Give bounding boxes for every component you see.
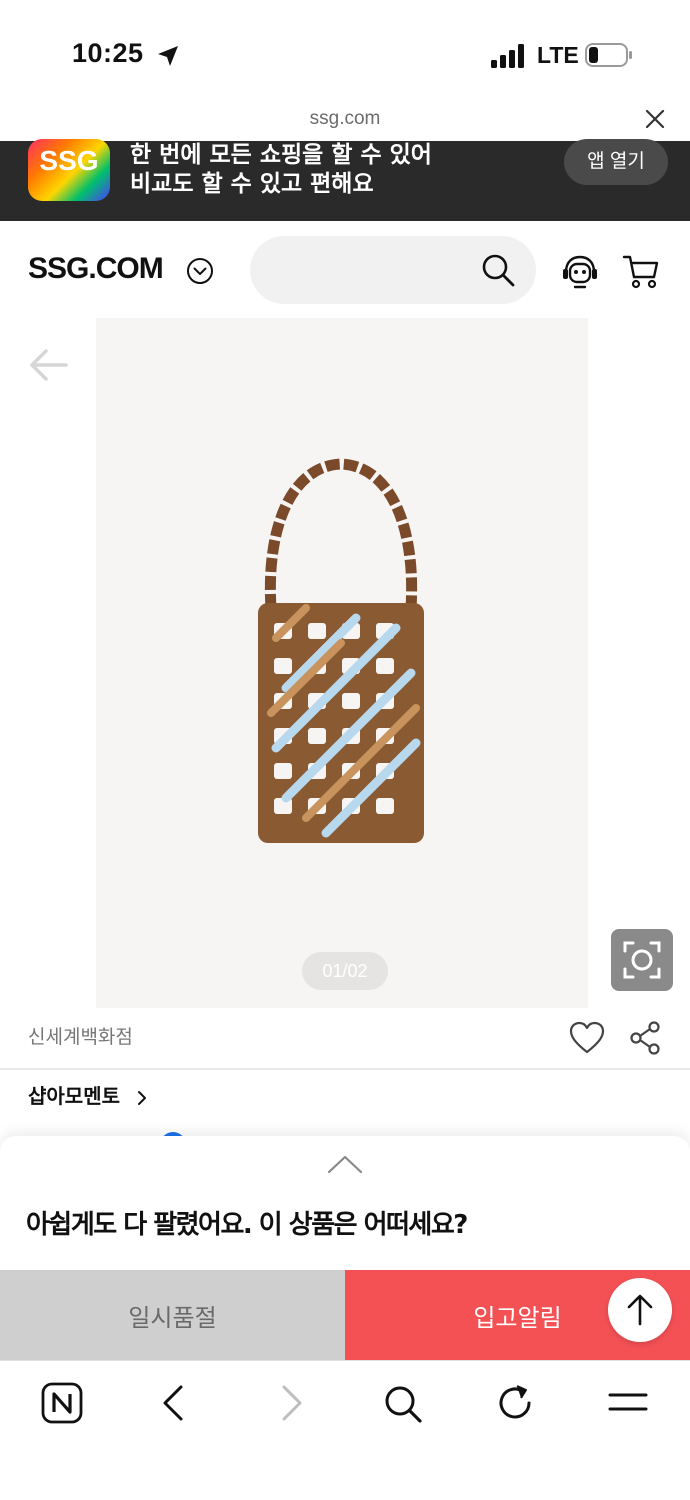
open-app-button[interactable]: 앱 열기 <box>564 139 668 185</box>
sold-out-message: 아쉽게도 다 팔렸어요. 이 상품은 어떠세요? <box>26 1210 468 1240</box>
product-image <box>258 458 424 843</box>
sold-out-sheet: 아쉽게도 다 팔렸어요. 이 상품은 어떠세요? <box>0 1136 690 1270</box>
network-label: LTE <box>537 42 579 68</box>
image-counter: 01/02 <box>302 952 388 990</box>
scroll-to-top-button[interactable] <box>608 1278 672 1342</box>
search-icon[interactable] <box>480 252 516 288</box>
site-logo[interactable]: SSG.COM <box>28 252 164 286</box>
seller-row: 신세계백화점 <box>0 1008 690 1068</box>
location-arrow-icon <box>158 46 178 66</box>
brand-name: 샵아모멘토 <box>28 1084 120 1108</box>
search-icon[interactable] <box>380 1381 424 1425</box>
back-arrow-icon[interactable] <box>26 346 70 384</box>
chevron-down-icon[interactable] <box>186 257 214 285</box>
cart-icon[interactable] <box>622 253 660 289</box>
heart-icon[interactable] <box>568 1020 606 1056</box>
chevron-right-icon <box>137 1090 146 1105</box>
refresh-icon[interactable] <box>493 1381 537 1425</box>
image-search-button[interactable] <box>611 929 673 991</box>
chevron-up-icon[interactable] <box>327 1154 363 1174</box>
sold-out-button: 일시품절 <box>0 1270 345 1360</box>
banner-line-2: 비교도 할 수 있고 편해요 <box>130 171 374 197</box>
url-domain[interactable]: ssg.com <box>0 108 690 130</box>
url-bar[interactable]: ssg.com <box>0 100 690 140</box>
ssg-app-logo-text: SSG <box>39 145 99 176</box>
naver-home-icon[interactable] <box>40 1381 84 1425</box>
forward-icon[interactable] <box>268 1381 312 1425</box>
banner-line-1: 한 번에 모든 쇼핑을 할 수 있어 <box>130 142 432 168</box>
status-time: 10:25 <box>72 38 144 68</box>
share-icon[interactable] <box>628 1020 662 1056</box>
browser-toolbar <box>0 1360 690 1500</box>
purchase-action-bar: 일시품절 입고알림 <box>0 1270 690 1360</box>
divider <box>0 1068 690 1070</box>
banner-text: 한 번에 모든 쇼핑을 할 수 있어 비교도 할 수 있고 편해요 <box>130 141 432 199</box>
battery-icon <box>585 43 632 67</box>
brand-link[interactable]: 샵아모멘토 <box>28 1080 147 1109</box>
ssg-app-logo: SSG <box>28 139 110 201</box>
status-bar: 10:25 LTE <box>0 0 690 100</box>
seller-name[interactable]: 신세계백화점 <box>28 1022 133 1049</box>
customer-support-icon[interactable] <box>560 252 600 292</box>
camera-lens-icon <box>623 941 661 979</box>
menu-icon[interactable] <box>606 1381 650 1425</box>
product-image-gallery[interactable]: 01/02 <box>96 318 588 1008</box>
signal-icon <box>491 44 524 68</box>
arrow-up-icon <box>627 1294 653 1326</box>
close-icon[interactable] <box>644 108 666 130</box>
back-icon[interactable] <box>153 1381 197 1425</box>
app-download-banner: SSG 한 번에 모든 쇼핑을 할 수 있어 비교도 할 수 있고 편해요 앱 … <box>0 139 690 221</box>
site-header: SSG.COM <box>0 222 690 318</box>
